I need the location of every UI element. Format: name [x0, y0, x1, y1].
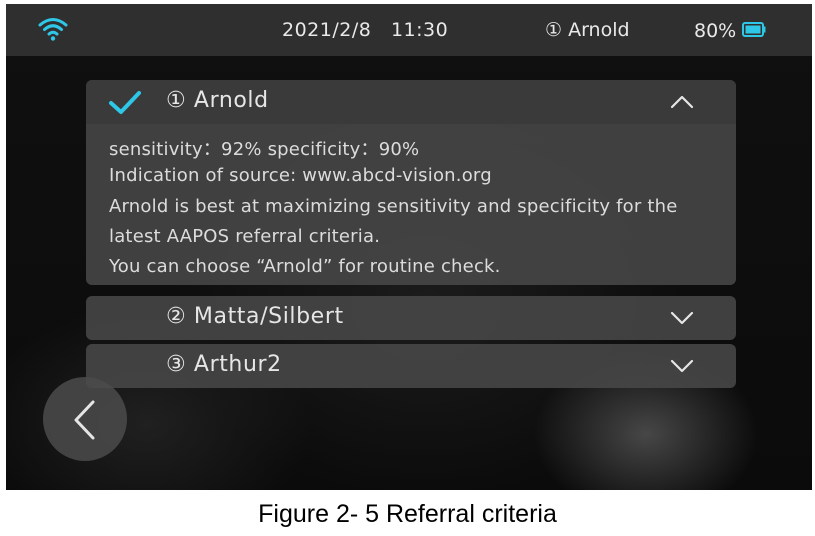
criterion-detail-source: Indication of source: www.abcd-vision.or… — [109, 165, 492, 186]
criterion-header-arnold[interactable]: ① Arnold — [86, 80, 736, 124]
criterion-panel-matta-silbert[interactable]: ② Matta/Silbert — [86, 296, 736, 340]
device-screen: 2021/2/8 11:30 ① Arnold 80% ① Arnold sen… — [6, 4, 812, 490]
chevron-down-icon[interactable] — [670, 310, 694, 326]
status-datetime: 2021/2/8 11:30 — [282, 19, 449, 41]
figure-caption: Figure 2- 5 Referral criteria — [258, 500, 557, 528]
criterion-detail-metrics: sensitivity：92% specificity：90% — [109, 139, 420, 160]
status-bar: 2021/2/8 11:30 ① Arnold 80% — [6, 4, 812, 56]
chevron-down-icon[interactable] — [670, 358, 694, 374]
criterion-label-arnold: ① Arnold — [166, 88, 269, 113]
status-current-criterion: ① Arnold — [545, 19, 630, 41]
check-icon — [109, 91, 141, 114]
criterion-panel-arnold: ① Arnold sensitivity：92% specificity：90%… — [86, 80, 736, 285]
criterion-detail-description-1: Arnold is best at maximizing sensitivity… — [109, 196, 678, 217]
criterion-detail-description-2: latest AAPOS referral criteria. — [109, 226, 381, 247]
criterion-label-arthur2: ③ Arthur2 — [166, 352, 282, 377]
criterion-label-matta-silbert: ② Matta/Silbert — [166, 304, 344, 329]
criterion-panel-arthur2[interactable]: ③ Arthur2 — [86, 344, 736, 388]
criterion-header-matta-silbert[interactable]: ② Matta/Silbert — [86, 296, 736, 340]
chevron-left-icon — [74, 400, 95, 440]
criterion-detail-recommendation: You can choose “Arnold” for routine chec… — [109, 256, 501, 277]
battery-icon — [742, 22, 766, 37]
criterion-header-arthur2[interactable]: ③ Arthur2 — [86, 344, 736, 388]
battery-level: 80% — [694, 20, 737, 42]
wifi-icon — [38, 18, 68, 41]
back-button[interactable] — [43, 377, 127, 461]
chevron-up-icon[interactable] — [670, 94, 694, 110]
